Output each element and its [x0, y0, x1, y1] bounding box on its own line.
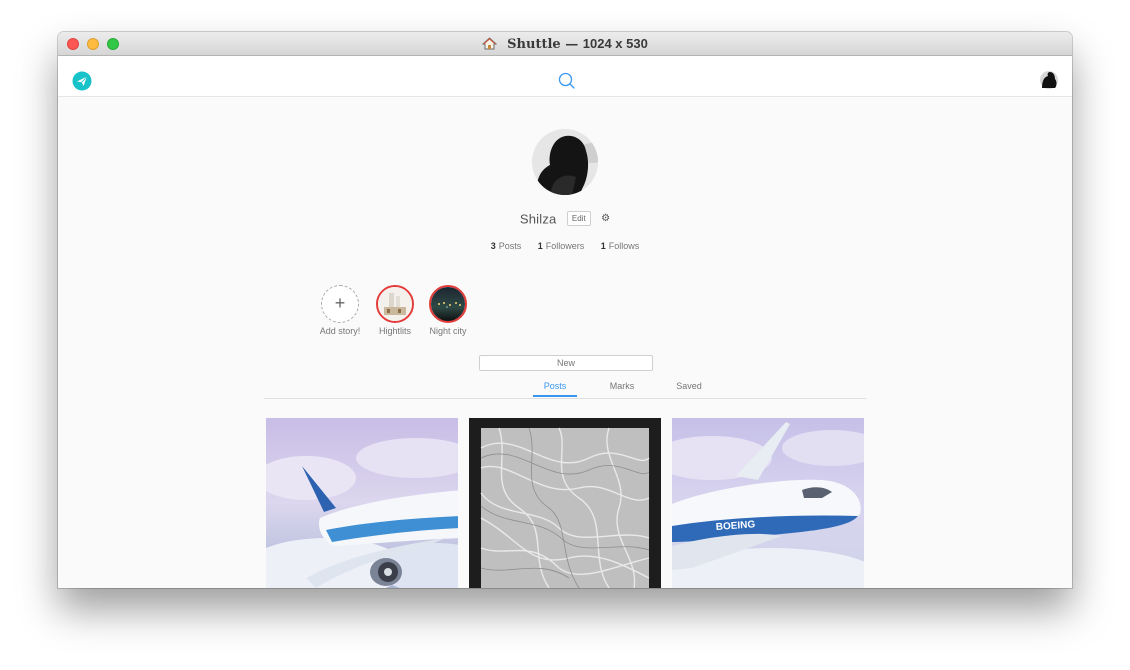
- post-thumbnail-airplane[interactable]: [266, 418, 458, 588]
- add-story-button[interactable]: + Add story!: [310, 285, 370, 336]
- edit-profile-button[interactable]: Edit: [566, 211, 591, 227]
- add-story-icon: +: [321, 285, 359, 323]
- active-tab-indicator: [533, 395, 577, 397]
- story-label: Add story!: [319, 326, 361, 336]
- story-night-city[interactable]: Night city: [418, 285, 478, 336]
- posts-count: 3: [490, 241, 496, 251]
- post-thumbnail-texture[interactable]: [469, 418, 661, 588]
- user-avatar[interactable]: [1040, 71, 1058, 89]
- story-label: Night city: [429, 326, 467, 336]
- title-bar[interactable]: Shuttle — 1024 x 530: [58, 32, 1072, 56]
- paper-plane-icon[interactable]: [72, 71, 92, 91]
- follows-count: 1: [600, 241, 606, 251]
- profile-page: Shilza Edit ⚙ 3 Posts 1 Followers 1 Follows…: [58, 97, 1072, 588]
- new-post-button[interactable]: New: [479, 355, 653, 371]
- profile-avatar[interactable]: [532, 129, 598, 195]
- app-window: Shuttle — 1024 x 530 Shilza Edit ⚙ 3 Pos…: [58, 32, 1072, 588]
- follows-label: Follows: [608, 241, 640, 251]
- profile-username: Shilza: [519, 211, 557, 227]
- profile-stats: 3 Posts 1 Followers 1 Follows: [58, 241, 1072, 251]
- top-navigation: [58, 56, 1072, 97]
- home-icon: [481, 37, 498, 54]
- window-title-app: Shuttle: [507, 37, 561, 52]
- window-title-size: 1024 x 530: [582, 36, 648, 51]
- followers-count: 1: [537, 241, 543, 251]
- gear-icon[interactable]: ⚙: [601, 213, 610, 224]
- follows-stat[interactable]: 1 Follows: [601, 241, 640, 251]
- profile-name-row: Shilza Edit ⚙: [58, 210, 1072, 228]
- tab-saved[interactable]: Saved: [667, 381, 711, 391]
- posts-stat[interactable]: 3 Posts: [491, 241, 522, 251]
- profile-tabs: Posts Marks Saved: [264, 374, 866, 399]
- search-icon[interactable]: [558, 72, 575, 94]
- followers-label: Followers: [545, 241, 585, 251]
- window-title-separator: —: [565, 37, 579, 52]
- post-thumbnail-boeing[interactable]: BOEING: [672, 418, 864, 588]
- story-label: Hightlits: [378, 326, 411, 336]
- tab-marks[interactable]: Marks: [600, 381, 644, 391]
- tab-posts[interactable]: Posts: [533, 381, 577, 391]
- story-thumbnail: [376, 285, 414, 323]
- story-highlights[interactable]: Hightlits: [365, 285, 425, 336]
- followers-stat[interactable]: 1 Followers: [538, 241, 585, 251]
- window-title: Shuttle — 1024 x 530: [58, 36, 1072, 54]
- story-thumbnail: [429, 285, 467, 323]
- posts-label: Posts: [498, 241, 522, 251]
